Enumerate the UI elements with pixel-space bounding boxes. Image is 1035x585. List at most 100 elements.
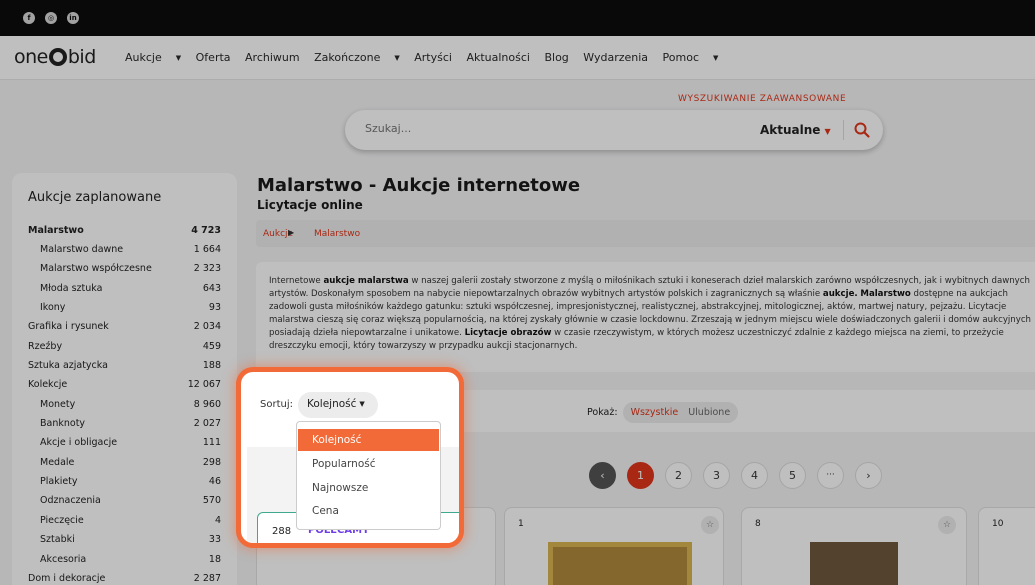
nav-archiwum[interactable]: Archiwum (245, 51, 300, 64)
next-page-button[interactable]: › (855, 462, 882, 489)
nav-artysci[interactable]: Artyści (414, 51, 452, 64)
category-description: Internetowe aukcje malarstwa w naszej ga… (256, 262, 1035, 372)
page-5[interactable]: 5 (779, 462, 806, 489)
top-bar: f ◎ in (0, 0, 1035, 36)
sidebar-item-rzezby[interactable]: Rzeźby 459 (28, 341, 221, 355)
item-count: 570 (202, 495, 221, 506)
page-title: Malarstwo - Aukcje internetowe (257, 175, 581, 196)
nav-zakonczone[interactable]: Zakończone ▼ (314, 51, 400, 64)
lot-card[interactable]: 8 ☆ (741, 507, 967, 585)
prev-page-button[interactable]: ‹ (589, 462, 616, 489)
item-label: Młoda sztuka (40, 283, 103, 294)
page-1[interactable]: 1 (627, 462, 654, 489)
lot-card[interactable]: 10 (978, 507, 1035, 585)
caret-down-icon: ▼ (824, 127, 831, 136)
item-count: 643 (202, 283, 221, 294)
item-count: 459 (202, 341, 221, 352)
caret-down-icon: ▼ (175, 54, 182, 62)
facebook-icon[interactable]: f (23, 12, 35, 24)
item-label: Medale (40, 457, 75, 468)
item-label: Akcje i obligacje (40, 437, 118, 448)
nav-pomoc[interactable]: Pomoc ▼ (663, 51, 719, 64)
sidebar-item-grafika[interactable]: Grafika i rysunek 2 034 (28, 321, 221, 335)
item-label: Sztabki (40, 534, 75, 545)
lot-image[interactable] (810, 542, 898, 585)
page-3[interactable]: 3 (703, 462, 730, 489)
nav-label: Pomoc (662, 51, 700, 64)
sidebar-item-akcesoria[interactable]: Akcesoria 18 (40, 554, 221, 568)
item-count: 12 067 (187, 379, 221, 390)
description-text: Internetowe aukcje malarstwa w naszej ga… (269, 276, 1031, 351)
onebid-logo[interactable]: one bid (14, 46, 96, 68)
sidebar-item-mloda-sztuka[interactable]: Młoda sztuka 643 (40, 283, 221, 297)
nav-label: Aukcje (125, 51, 162, 64)
item-count: 2 027 (193, 418, 221, 429)
breadcrumb-malarstwo[interactable]: Malarstwo (314, 229, 360, 239)
lot-number: 10 (992, 519, 1004, 529)
chevron-right-icon: ▶ (288, 228, 295, 237)
show-favorites-button[interactable]: Ulubione (688, 407, 730, 418)
sidebar-item-sztuka-azjatycka[interactable]: Sztuka azjatycka 188 (28, 360, 221, 374)
sidebar-item-malarstwo-wspolczesne[interactable]: Malarstwo współczesne 2 323 (40, 263, 221, 277)
instagram-icon[interactable]: ◎ (45, 12, 57, 24)
item-count: 2 287 (193, 573, 221, 584)
item-count: 4 (214, 515, 221, 526)
sidebar-item-ikony[interactable]: Ikony 93 (40, 302, 221, 316)
sidebar-item-plakiety[interactable]: Plakiety 46 (40, 476, 221, 490)
search-input[interactable] (365, 122, 665, 135)
item-label: Dom i dekoracje (28, 573, 106, 584)
sort-label: Sortuj: (260, 399, 293, 410)
sort-dropdown-button[interactable]: Kolejność ▼ (298, 392, 378, 418)
sidebar-item-banknoty[interactable]: Banknoty 2 027 (40, 418, 221, 432)
item-label: Monety (40, 399, 76, 410)
caret-down-icon: ▼ (359, 400, 365, 408)
caret-down-icon: ▼ (713, 54, 719, 62)
sidebar-item-odznaczenia[interactable]: Odznaczenia 570 (40, 495, 221, 509)
advanced-search-link[interactable]: WYSZUKIWANIE ZAAWANSOWANE (678, 94, 846, 104)
item-label: Sztuka azjatycka (28, 360, 108, 371)
breadcrumb: Aukcje ▶ Malarstwo (256, 220, 1035, 247)
nav-oferta[interactable]: Oferta (196, 51, 231, 64)
sidebar-item-akcje-obligacje[interactable]: Akcje i obligacje 111 (40, 437, 221, 451)
lot-card[interactable]: 1 ☆ (504, 507, 724, 585)
item-label: Grafika i rysunek (28, 321, 109, 332)
lot-number: 1 (518, 519, 524, 529)
sidebar-item-monety[interactable]: Monety 8 960 (40, 399, 221, 413)
show-toggle: Wszystkie Ulubione (622, 402, 739, 423)
nav-blog[interactable]: Blog (544, 51, 568, 64)
page-4[interactable]: 4 (741, 462, 768, 489)
item-count: 18 (208, 554, 221, 565)
nav-aktualnosci[interactable]: Aktualności (466, 51, 530, 64)
more-pages-button[interactable]: ··· (817, 462, 844, 489)
nav-wydarzenia[interactable]: Wydarzenia (583, 51, 648, 64)
lot-image[interactable] (548, 542, 692, 585)
sidebar-item-malarstwo-dawne[interactable]: Malarstwo dawne 1 664 (40, 244, 221, 258)
nav-aukcje[interactable]: Aukcje ▼ (125, 51, 181, 64)
sort-option-kolejnosc[interactable]: Kolejność (298, 429, 439, 451)
sidebar-item-sztabki[interactable]: Sztabki 33 (40, 534, 221, 548)
star-icon[interactable]: ☆ (701, 516, 719, 534)
sort-selected: Kolejność (307, 398, 357, 410)
sort-option-cena[interactable]: Cena (298, 500, 439, 522)
sidebar-item-malarstwo[interactable]: Malarstwo 4 723 (28, 225, 221, 239)
sidebar-item-dom-dekoracje[interactable]: Dom i dekoracje 2 287 (28, 573, 221, 585)
sidebar-item-pieczecie[interactable]: Pieczęcie 4 (40, 515, 221, 529)
linkedin-icon[interactable]: in (67, 12, 79, 24)
search-icon[interactable] (852, 120, 872, 140)
item-label: Kolekcje (28, 379, 68, 390)
sidebar-heading: Aukcje zaplanowane (28, 190, 162, 205)
item-count: 4 723 (191, 225, 221, 236)
show-all-button[interactable]: Wszystkie (631, 407, 679, 418)
star-icon[interactable]: ☆ (938, 516, 956, 534)
search-scope-dropdown[interactable]: Aktualne ▼ (760, 123, 831, 137)
item-label: Plakiety (40, 476, 78, 487)
item-count: 188 (202, 360, 221, 371)
lot-number: 8 (755, 519, 761, 529)
sidebar-item-kolekcje[interactable]: Kolekcje 12 067 (28, 379, 221, 393)
item-label: Pieczęcie (40, 515, 84, 526)
page-2[interactable]: 2 (665, 462, 692, 489)
item-count: 111 (202, 437, 221, 448)
sidebar-item-medale[interactable]: Medale 298 (40, 457, 221, 471)
sort-option-najnowsze[interactable]: Najnowsze (298, 477, 439, 499)
sort-option-popularnosc[interactable]: Popularność (298, 453, 439, 475)
